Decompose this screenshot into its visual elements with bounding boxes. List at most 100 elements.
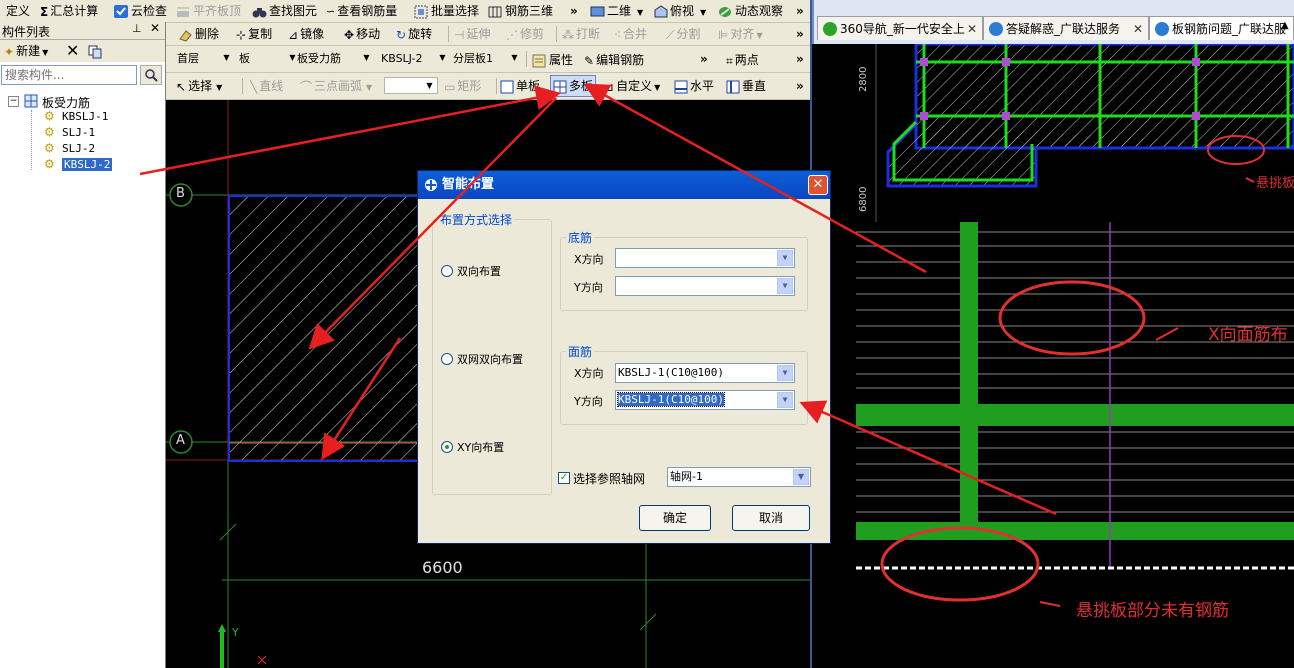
copy-button[interactable]: ⊹ 复制 xyxy=(236,23,272,45)
axis-label-a: A xyxy=(176,433,185,448)
single-slab-icon xyxy=(500,80,514,93)
copy-element-button[interactable] xyxy=(88,40,103,62)
define-button[interactable]: 定义 xyxy=(6,0,30,22)
element-name-select[interactable]: KBSLJ-2 ▼ xyxy=(378,50,450,67)
rotate-button[interactable]: ↻ 旋转 xyxy=(396,23,432,45)
more-chevron-1[interactable]: » xyxy=(570,0,578,22)
tree-item[interactable]: ⚙ KBSLJ-1 xyxy=(32,109,132,125)
vertical-button[interactable]: 垂直 xyxy=(726,75,766,97)
layer-select[interactable]: 分层板1 ▼ xyxy=(450,50,522,67)
flat-top-button[interactable]: 平齐板顶 xyxy=(176,0,241,22)
element-type-select[interactable]: 板 ▼ xyxy=(236,50,300,67)
close-tab-icon[interactable]: ✕ xyxy=(967,17,977,40)
top-y-select[interactable]: KBSLJ-1(C10@100) ▼ xyxy=(615,390,795,410)
merge-icon: ⁖ xyxy=(614,27,622,42)
cloud-check-button[interactable]: 云检查 xyxy=(114,0,167,22)
rebar-3d-button[interactable]: 钢筋三维 xyxy=(488,0,553,22)
view-rebar-qty-button[interactable]: ∽ 查看钢筋量 xyxy=(326,0,397,22)
chevron-down-icon: ▼ xyxy=(426,81,433,90)
more-chevron-2[interactable]: » xyxy=(796,0,804,22)
radio-xy-label[interactable]: XY向布置 xyxy=(457,439,504,455)
delete-button[interactable]: 删除 xyxy=(178,23,219,45)
radio-xy[interactable] xyxy=(441,441,453,453)
view-2d-dropdown[interactable]: 二维 ▼ xyxy=(590,0,643,22)
radio-double-net[interactable] xyxy=(441,353,453,365)
mirror-button[interactable]: ⊿ 镜像 xyxy=(288,23,324,45)
close-tab-icon[interactable]: ✕ xyxy=(1133,17,1143,40)
gear-icon: ⚙ xyxy=(44,109,55,123)
dynamic-view-button[interactable]: 动态观察 xyxy=(718,0,783,22)
close-icon[interactable]: ✕ xyxy=(150,21,160,35)
arc-icon: ⌒ xyxy=(300,79,313,94)
horizontal-button[interactable]: 水平 xyxy=(674,75,714,97)
tree-item-selected[interactable]: ⚙ KBSLJ-2 xyxy=(32,157,132,173)
cancel-button[interactable]: 取消 xyxy=(732,505,810,531)
custom-dropdown[interactable]: ⊿ 自定义 ▼ xyxy=(604,75,660,97)
browser-tab[interactable]: 360导航_新一代安全上 ✕ xyxy=(817,16,983,40)
new-element-dropdown[interactable]: ✦ 新建 ▼ xyxy=(4,40,48,62)
top-view-dropdown[interactable]: 俯视 ▼ xyxy=(653,0,706,22)
chevron-down-icon: ▼ xyxy=(654,83,661,92)
single-slab-button[interactable]: 单板 xyxy=(500,75,540,97)
more-chevron-3[interactable]: » xyxy=(796,23,804,45)
top-y-label: Y方向 xyxy=(574,395,603,408)
radio-bidirectional-label[interactable]: 双向布置 xyxy=(457,263,501,279)
bottom-y-select[interactable]: ▼ xyxy=(615,276,795,296)
move-button[interactable]: ✥ 移动 xyxy=(344,23,380,45)
dialog-close-button[interactable]: ✕ xyxy=(808,175,828,195)
split-button[interactable]: ⟋ 分割 xyxy=(666,23,700,45)
more-chevron-5[interactable]: » xyxy=(796,48,804,70)
batch-select-icon xyxy=(414,5,428,18)
more-chevron-4[interactable]: » xyxy=(700,48,708,70)
tree-collapse-icon[interactable]: − xyxy=(8,96,19,107)
element-list-panel: 构件列表 ⊥ ✕ ✦新建▼ ✕ − 板受力筋 ⚙ KBSLJ-1 ⚙ SLJ-1… xyxy=(0,21,165,668)
main-toolbar: 定义 Σ 汇总计算 云检查 平齐板顶 查找图元 ∽ 查看钢筋量 批量选择 钢筋三维 … xyxy=(0,0,811,23)
delete-element-button[interactable]: ✕ xyxy=(66,40,79,62)
bottom-x-select[interactable]: ▼ xyxy=(615,248,795,268)
trim-button[interactable]: ⋰ 修剪 xyxy=(506,23,544,45)
ref-grid-label[interactable]: 选择参照轴网 xyxy=(573,470,645,487)
two-points-button[interactable]: ⌗ 两点 xyxy=(726,49,759,71)
top-x-select[interactable]: KBSLJ-1(C10@100) ▼ xyxy=(615,363,795,383)
summary-calc-button[interactable]: Σ 汇总计算 xyxy=(40,0,98,22)
chevron-down-icon: ▼ xyxy=(223,53,230,62)
break-button[interactable]: ⁂ 打断 xyxy=(562,23,600,45)
search-input[interactable] xyxy=(1,65,137,85)
find-element-button[interactable]: 查找图元 xyxy=(252,0,317,22)
extend-button[interactable]: ⊣ 延伸 xyxy=(454,23,490,45)
tree-item[interactable]: ⚙ SLJ-1 xyxy=(32,125,132,141)
multi-slab-button[interactable]: 多板 xyxy=(550,75,597,97)
radio-bidirectional[interactable] xyxy=(441,265,453,277)
edit-rebar-button[interactable]: ✎ 编辑钢筋 xyxy=(584,49,644,71)
arc-param-select[interactable]: ▼ xyxy=(384,77,438,94)
search-button[interactable] xyxy=(140,65,162,85)
panel-toolbar: ✦ 新建 ▼ ✕ xyxy=(0,40,165,62)
tree-item[interactable]: ⚙ SLJ-2 xyxy=(32,141,132,157)
floor-select[interactable]: 首层 ▼ xyxy=(174,50,234,67)
merge-button[interactable]: ⁖ 合并 xyxy=(614,23,647,45)
element-sub-select[interactable]: 板受力筋 ▼ xyxy=(294,50,374,67)
batch-select-button[interactable]: 批量选择 xyxy=(414,0,479,22)
line-button[interactable]: ╲ 直线 xyxy=(250,75,283,97)
y-axis-label: Y xyxy=(232,626,239,639)
rect-button[interactable]: ▭ 矩形 xyxy=(444,75,481,97)
three-point-arc-dropdown[interactable]: ⌒ 三点画弧 ▼ xyxy=(300,75,372,97)
properties-button[interactable]: 属性 xyxy=(532,49,573,71)
browser-tab-active[interactable]: 板钢筋问题_广联达服 xyxy=(1149,16,1294,40)
ref-grid-select[interactable]: 轴网-1 ▼ xyxy=(667,467,811,487)
tab-scroll-arrow[interactable]: ▲ xyxy=(1281,20,1289,31)
flat-top-icon xyxy=(177,7,189,17)
ok-button[interactable]: 确定 xyxy=(639,505,711,531)
browser-tab[interactable]: 答疑解惑_广联达服务 ✕ xyxy=(983,16,1149,40)
align-dropdown[interactable]: ⊫ 对齐 ▼ xyxy=(718,23,763,45)
select-dropdown[interactable]: ↖ 选择 ▼ xyxy=(176,75,222,97)
pin-icon[interactable]: ⊥ xyxy=(132,22,142,35)
rect-icon: ▭ xyxy=(444,79,456,94)
chevron-down-icon: ▼ xyxy=(42,48,49,57)
ref-grid-checkbox[interactable]: ✓ xyxy=(558,472,570,484)
chevron-down-icon: ▼ xyxy=(439,53,446,62)
dialog-titlebar[interactable]: 智能布置 ✕ xyxy=(418,171,830,199)
more-chevron-6[interactable]: » xyxy=(796,75,804,97)
radio-double-net-label[interactable]: 双网双向布置 xyxy=(457,351,523,367)
selected-slab[interactable] xyxy=(228,195,430,462)
